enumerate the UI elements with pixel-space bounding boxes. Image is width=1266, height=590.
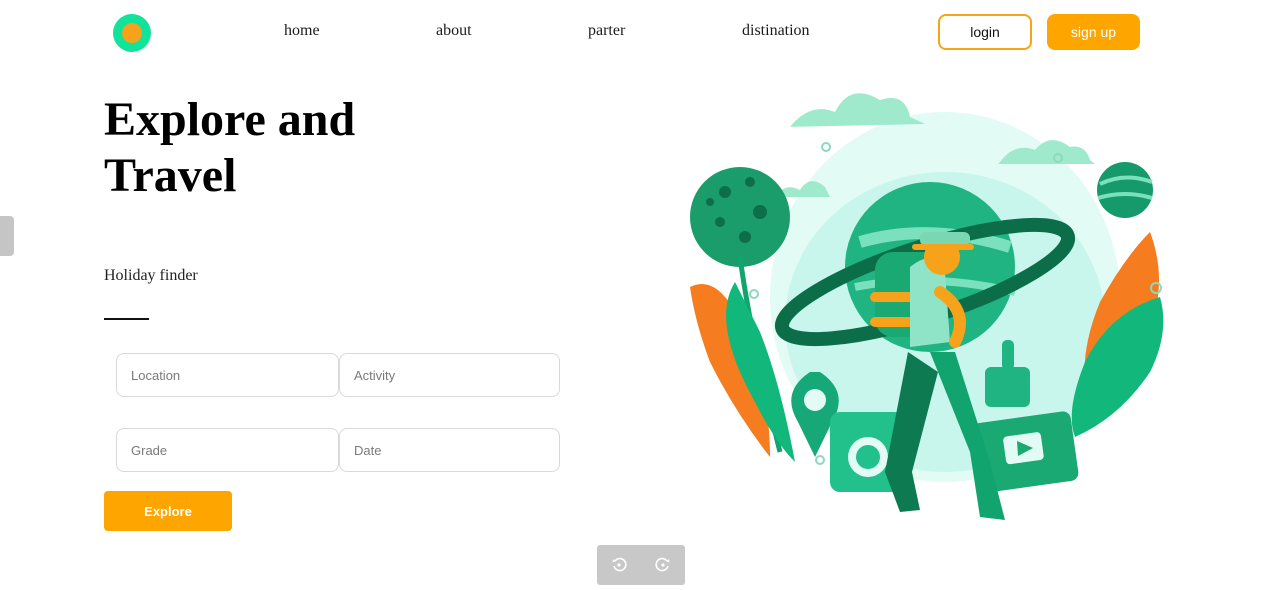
rotate-right-icon[interactable] bbox=[651, 553, 675, 577]
login-button[interactable]: login bbox=[938, 14, 1032, 50]
nav-link-home[interactable]: home bbox=[284, 22, 320, 40]
nav-link-about[interactable]: about bbox=[436, 22, 472, 40]
traveler-illustration bbox=[690, 93, 1164, 520]
title-line-2: Travel bbox=[104, 149, 237, 202]
page: home about parter distination login sign… bbox=[0, 0, 1266, 590]
grade-input[interactable] bbox=[116, 428, 339, 472]
title-line-1: Explore and bbox=[104, 93, 356, 146]
side-tab-handle[interactable] bbox=[0, 216, 14, 256]
thumbs-up-icon bbox=[985, 367, 1030, 407]
location-input[interactable] bbox=[116, 353, 339, 397]
small-planet bbox=[1097, 162, 1153, 218]
nav-link-parter[interactable]: parter bbox=[588, 22, 625, 40]
subtitle: Holiday finder bbox=[104, 267, 198, 284]
logo-center bbox=[122, 23, 142, 43]
divider bbox=[104, 318, 149, 320]
signup-button[interactable]: sign up bbox=[1047, 14, 1140, 50]
logo[interactable] bbox=[113, 14, 151, 52]
explore-button[interactable]: Explore bbox=[104, 491, 232, 531]
rotate-left-icon[interactable] bbox=[607, 553, 631, 577]
activity-input[interactable] bbox=[339, 353, 560, 397]
nav-link-distination[interactable]: distination bbox=[742, 22, 810, 40]
rotate-toolbar bbox=[597, 545, 685, 585]
page-title: Explore and Travel bbox=[104, 92, 355, 204]
date-input[interactable] bbox=[339, 428, 560, 472]
tree-canopy bbox=[690, 167, 790, 267]
